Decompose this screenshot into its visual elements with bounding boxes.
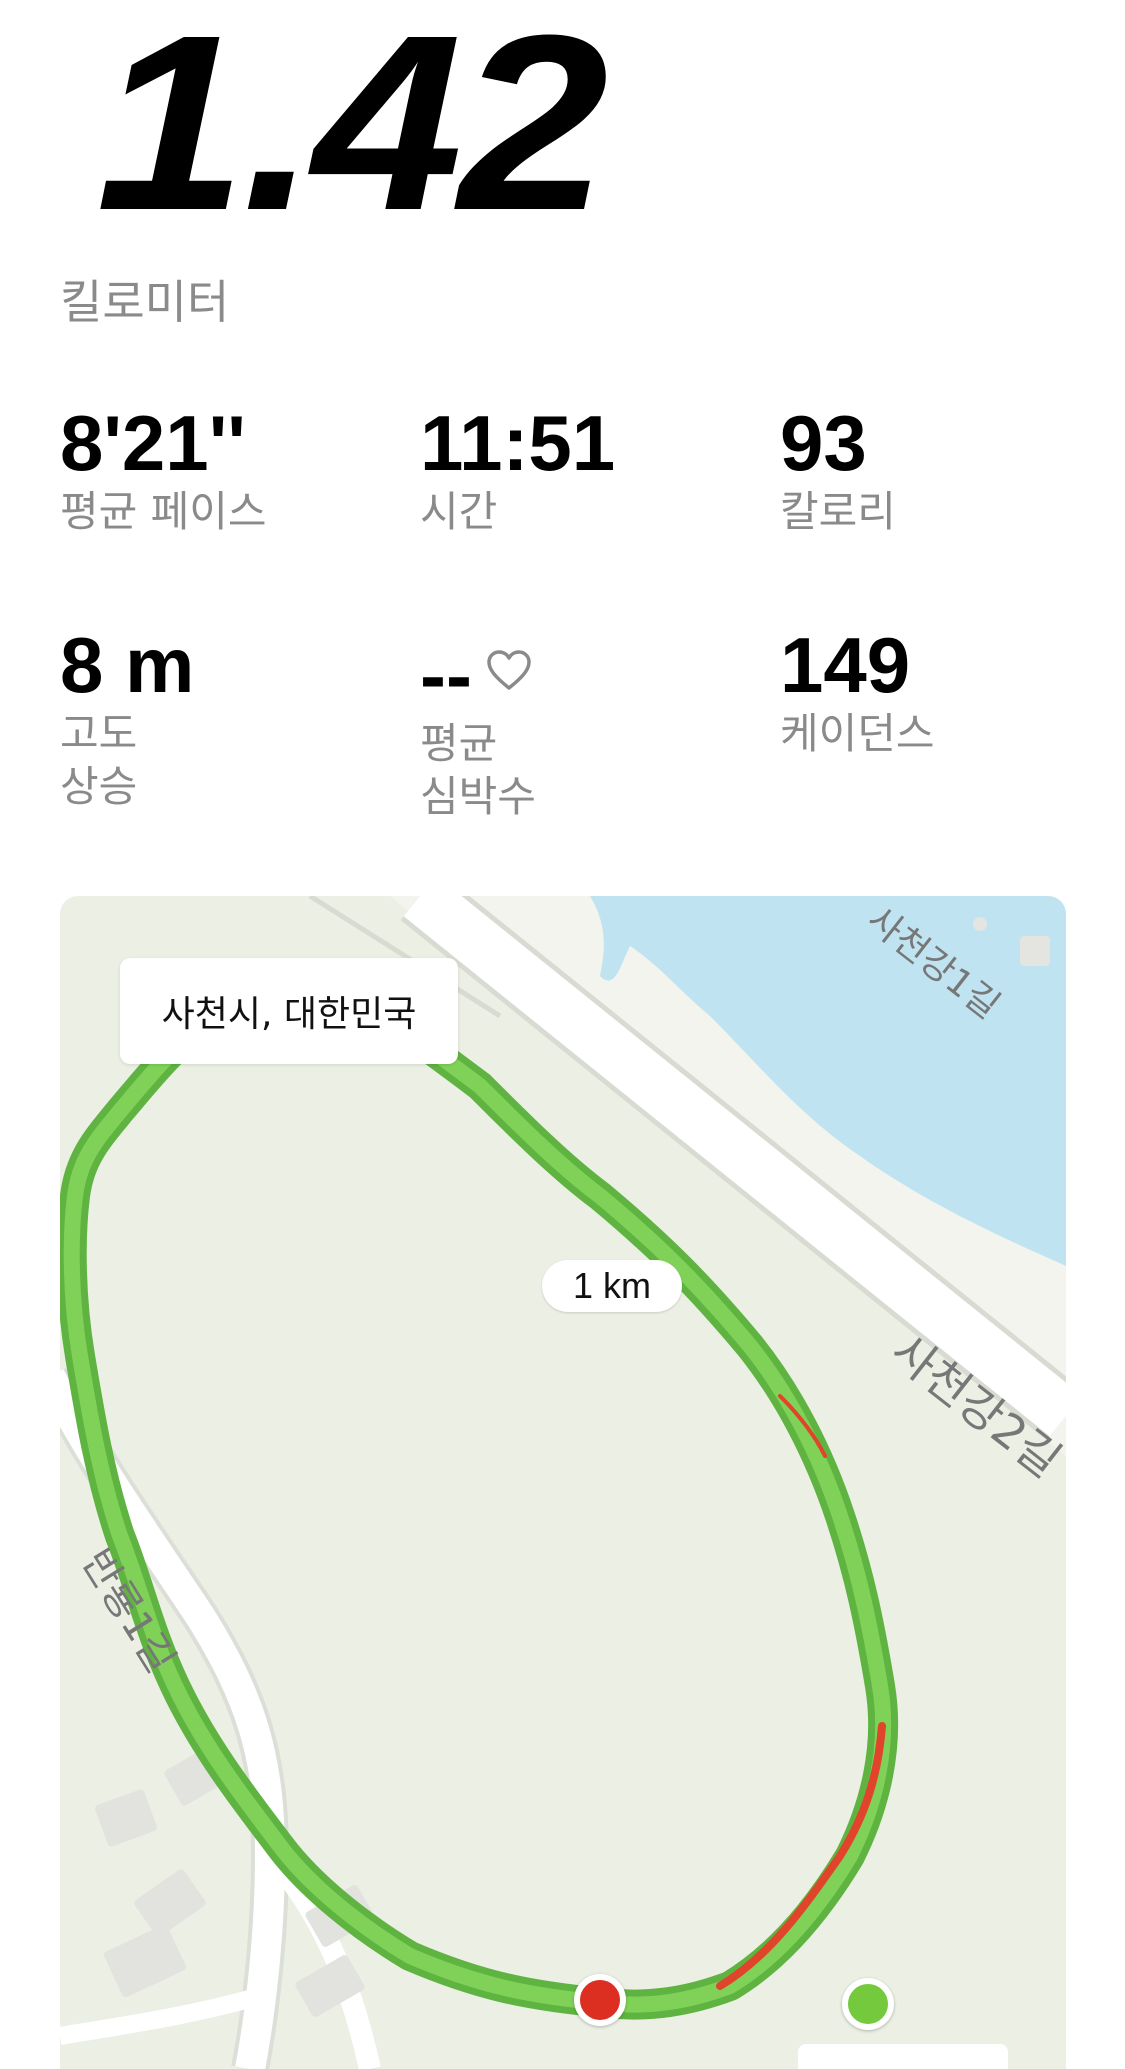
stat-avg-pace: 8'21'' 평균 페이스 <box>60 400 267 539</box>
km-marker-label: 1 km <box>542 1260 682 1312</box>
heart-rate-label-line1: 평균 <box>420 719 498 768</box>
time-value: 11:51 <box>420 399 616 487</box>
map-canvas <box>60 896 1066 2069</box>
stat-cadence: 149 케이던스 <box>780 622 935 761</box>
time-label: 시간 <box>420 487 498 536</box>
elevation-value: 8 m <box>60 621 195 709</box>
elevation-label-line1: 고도 <box>60 709 138 758</box>
avg-pace-label: 평균 페이스 <box>60 487 267 536</box>
calories-label: 칼로리 <box>780 487 896 536</box>
map-bottom-card[interactable] <box>798 2044 1008 2069</box>
location-label: 사천시, 대한민국 <box>120 958 458 1064</box>
heart-rate-value: -- <box>420 631 472 719</box>
calories-value: 93 <box>780 399 867 487</box>
cadence-label: 케이던스 <box>780 709 935 758</box>
route-map[interactable]: 사천강1길 사천강2길 반룡1길 사천시, 대한민국 1 km <box>60 896 1066 2069</box>
cadence-value: 149 <box>780 621 911 709</box>
heart-outline-icon <box>486 622 532 708</box>
end-marker <box>574 1974 626 2026</box>
stat-heart-rate: -- 평균 심박수 <box>420 622 536 824</box>
stat-time: 11:51 시간 <box>420 400 615 539</box>
stat-calories: 93 칼로리 <box>780 400 896 539</box>
elevation-label-line2: 상승 <box>60 762 138 811</box>
stat-elevation: 8 m 고도 상승 <box>60 622 194 814</box>
heart-rate-label-line2: 심박수 <box>420 772 536 821</box>
distance-unit: 킬로미터 <box>60 275 230 329</box>
distance-value: 1.42 <box>96 0 609 262</box>
heart-rate-row: -- <box>420 622 536 718</box>
avg-pace-value: 8'21'' <box>60 399 246 487</box>
start-marker <box>842 1978 894 2030</box>
